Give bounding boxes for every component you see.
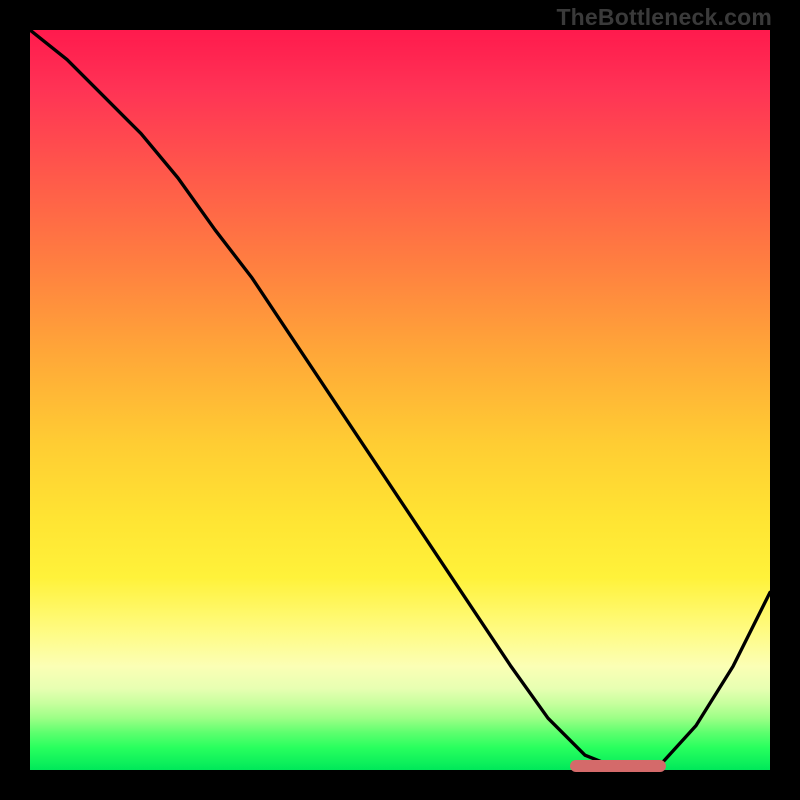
plot-area [30, 30, 770, 770]
watermark-text: TheBottleneck.com [556, 4, 772, 31]
chart-frame [0, 0, 800, 800]
bottleneck-curve [30, 30, 770, 770]
curve-svg [30, 30, 770, 770]
optimal-range-marker [570, 760, 666, 772]
